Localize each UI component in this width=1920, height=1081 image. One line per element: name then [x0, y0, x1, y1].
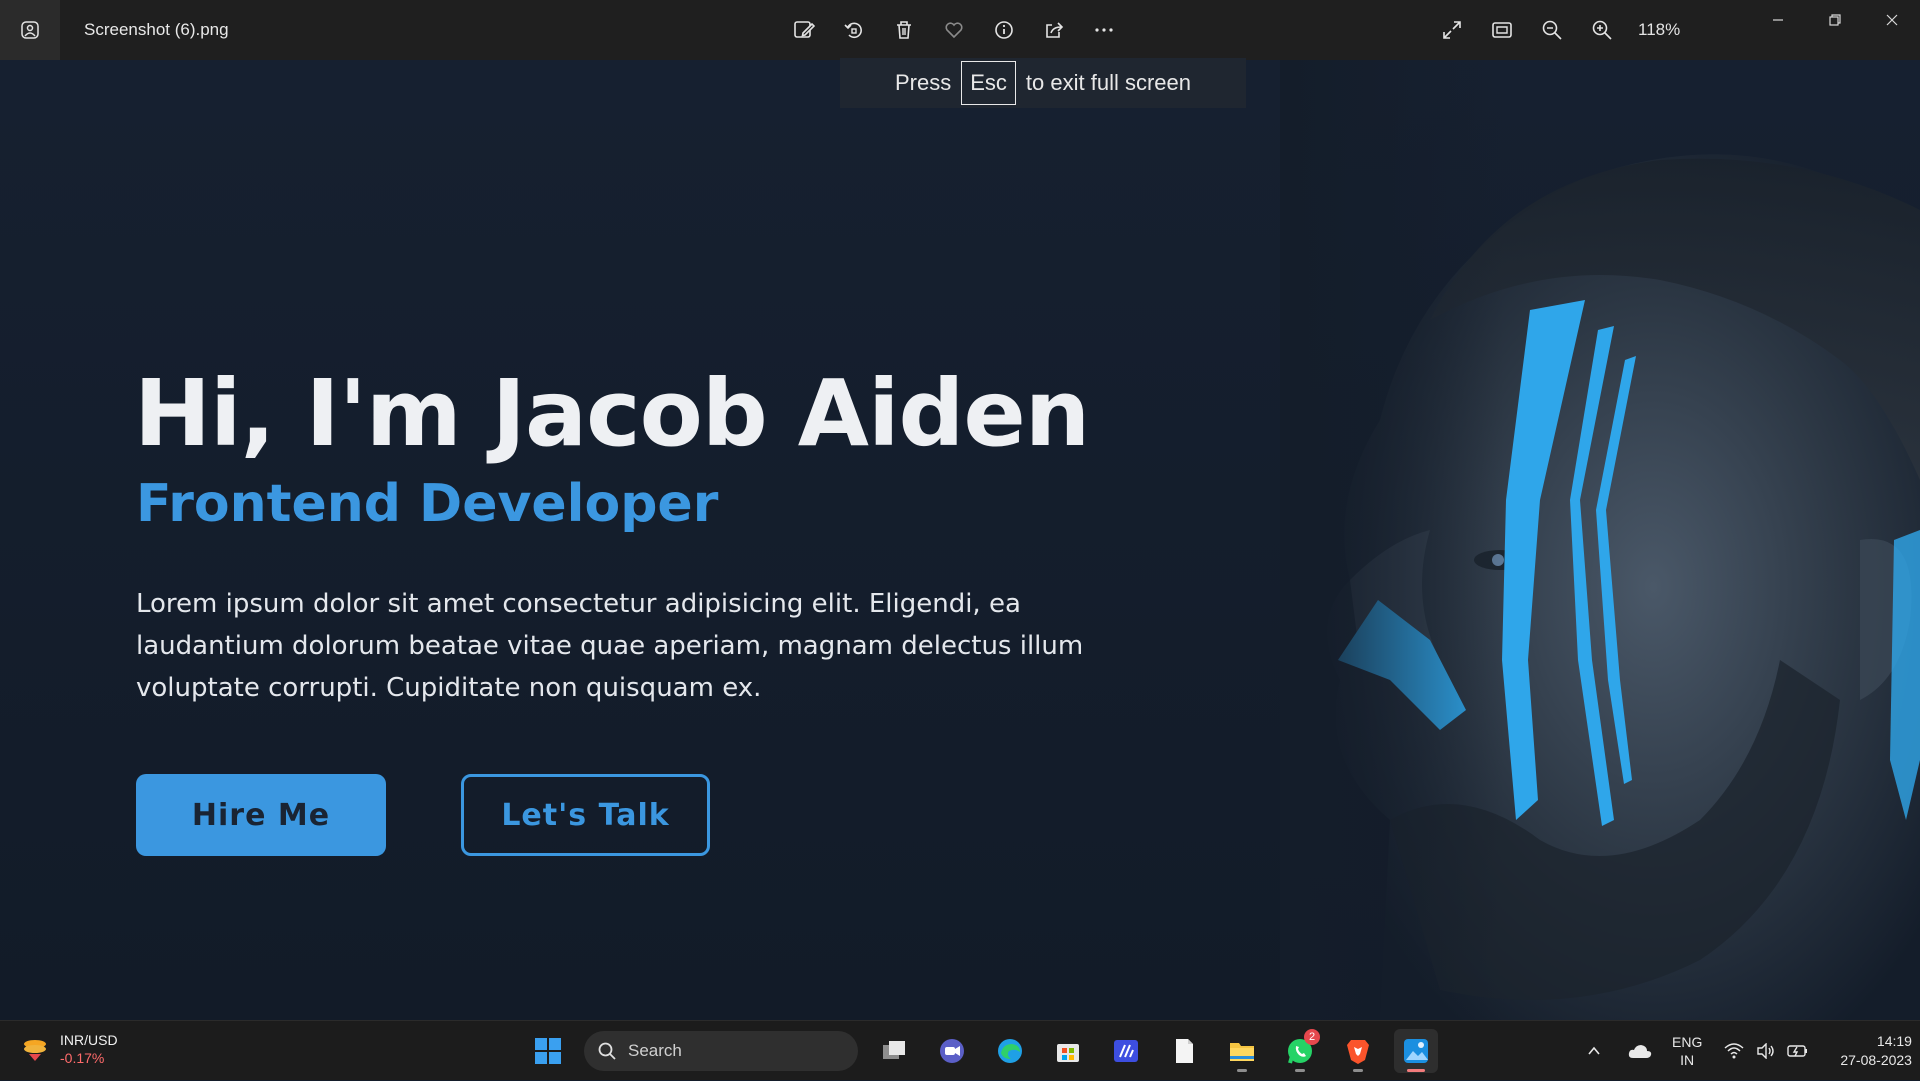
search-icon — [598, 1042, 616, 1060]
window-controls — [1749, 0, 1920, 40]
zoom-level[interactable]: 118% — [1638, 20, 1680, 40]
notepad-icon[interactable] — [1162, 1029, 1206, 1073]
running-indicator — [1237, 1069, 1247, 1072]
battery-icon[interactable] — [1784, 1037, 1812, 1065]
taskbar-search[interactable]: Search — [584, 1031, 858, 1071]
chevron-up-icon[interactable] — [1580, 1037, 1608, 1065]
volume-icon[interactable] — [1752, 1037, 1780, 1065]
meet-icon[interactable] — [930, 1029, 974, 1073]
widget-title: INR/USD — [60, 1032, 118, 1048]
hero-title: Hi, I'm Jacob Aiden — [134, 360, 1090, 467]
info-icon[interactable] — [990, 16, 1018, 44]
esc-key: Esc — [961, 61, 1016, 105]
language-indicator[interactable]: ENG IN — [1672, 1033, 1702, 1069]
clock[interactable]: 14:19 27-08-2023 — [1840, 1032, 1912, 1070]
view-toolbar: 118% — [1438, 0, 1680, 60]
notice-prefix: Press — [894, 70, 952, 95]
widget-change: -0.17% — [60, 1050, 105, 1066]
running-indicator — [1353, 1069, 1363, 1072]
taskbar: INR/USD -0.17% Search 2 ENG IN 14:19 27-… — [0, 1020, 1920, 1080]
system-tray: ENG IN 14:19 27-08-2023 — [1580, 1021, 1912, 1081]
favorite-icon[interactable] — [940, 16, 968, 44]
file-name: Screenshot (6).png — [84, 20, 229, 39]
share-icon[interactable] — [1040, 16, 1068, 44]
cloud-icon[interactable] — [1626, 1037, 1654, 1065]
running-indicator — [1295, 1069, 1305, 1072]
minimize-icon[interactable] — [1749, 0, 1806, 40]
lang-primary: ENG — [1672, 1034, 1703, 1050]
hero-subtitle: Frontend Developer — [136, 474, 719, 534]
edit-image-icon[interactable] — [790, 16, 818, 44]
fullscreen-icon[interactable] — [1438, 16, 1466, 44]
brave-icon[interactable] — [1336, 1029, 1380, 1073]
taskbar-apps: Search 2 — [526, 1029, 1438, 1073]
title-bar: Screenshot (6).png 118% — [0, 0, 1920, 60]
hero-description: Lorem ipsum dolor sit amet consectetur a… — [136, 589, 1084, 703]
currency-icon — [24, 1040, 46, 1061]
currency-widget[interactable]: INR/USD -0.17% — [20, 1031, 118, 1067]
lang-secondary: IN — [1680, 1052, 1695, 1068]
task-view-icon[interactable] — [872, 1029, 916, 1073]
whatsapp-icon[interactable]: 2 — [1278, 1029, 1322, 1073]
notification-badge: 2 — [1304, 1029, 1320, 1045]
search-placeholder: Search — [628, 1041, 682, 1060]
clock-date: 27-08-2023 — [1840, 1052, 1912, 1068]
rotate-icon[interactable] — [840, 16, 868, 44]
image-toolbar — [790, 0, 1118, 60]
fullscreen-notice: Press Esc to exit full screen — [840, 58, 1246, 108]
edge-icon[interactable] — [988, 1029, 1032, 1073]
fit-icon[interactable] — [1488, 16, 1516, 44]
vscode-like-icon[interactable] — [1104, 1029, 1148, 1073]
portrait-image — [1280, 60, 1920, 1020]
start-icon[interactable] — [526, 1029, 570, 1073]
wifi-icon[interactable] — [1720, 1037, 1748, 1065]
photos-taskbar-icon[interactable] — [1394, 1029, 1438, 1073]
clock-time: 14:19 — [1876, 1033, 1912, 1049]
store-icon[interactable] — [1046, 1029, 1090, 1073]
zoom-out-icon[interactable] — [1538, 16, 1566, 44]
close-icon[interactable] — [1863, 0, 1920, 40]
notice-suffix: to exit full screen — [1025, 70, 1191, 95]
running-indicator — [1407, 1069, 1425, 1072]
photos-app-icon[interactable] — [0, 0, 60, 60]
delete-icon[interactable] — [890, 16, 918, 44]
lets-talk-button[interactable]: Let's Talk — [461, 774, 710, 856]
displayed-image: Hi, I'm Jacob Aiden Frontend Developer L… — [0, 60, 1920, 1020]
hire-me-button[interactable]: Hire Me — [136, 774, 386, 856]
zoom-in-icon[interactable] — [1588, 16, 1616, 44]
file-explorer-icon[interactable] — [1220, 1029, 1264, 1073]
more-icon[interactable] — [1090, 16, 1118, 44]
restore-icon[interactable] — [1806, 0, 1863, 40]
